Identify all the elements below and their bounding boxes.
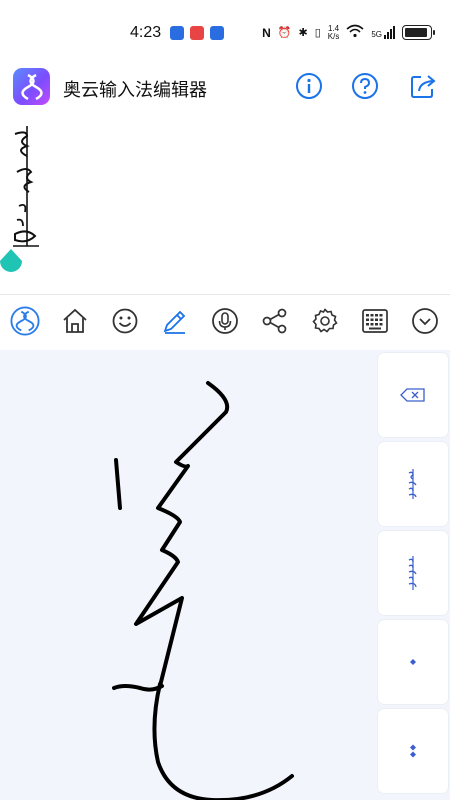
- candidate-key-1[interactable]: [378, 442, 448, 526]
- nfc-icon: N: [262, 25, 271, 40]
- punctuation-key-1[interactable]: [378, 620, 448, 704]
- app-logo-icon: [20, 73, 43, 100]
- help-button[interactable]: [351, 72, 379, 100]
- notification-app-icon: [190, 26, 204, 40]
- help-icon: [352, 73, 378, 99]
- notification-app-icon: [210, 26, 224, 40]
- text-cursor-handle[interactable]: [0, 249, 22, 275]
- app-title: 奥云输入法编辑器: [63, 80, 207, 101]
- battery-icon: [402, 25, 435, 40]
- app-logo-icon: [10, 306, 40, 336]
- share-icon: [262, 308, 287, 334]
- settings-icon: [312, 308, 338, 333]
- network-speed: 1.4 K/s: [327, 23, 340, 41]
- network-type: 5G: [371, 30, 382, 39]
- app-logo: [13, 68, 50, 105]
- collapse-icon: [412, 308, 438, 334]
- status-bar: 4:23 N ⏰ ✱ ▯ 1.4 K/s 5G: [0, 0, 450, 66]
- side-key-column: [378, 353, 448, 798]
- home-icon: [63, 308, 87, 333]
- share-toolbar-button[interactable]: [260, 306, 290, 336]
- candidate-key-2[interactable]: [378, 531, 448, 615]
- share-button[interactable]: [409, 72, 437, 100]
- handwriting-stroke: [112, 684, 164, 692]
- handwriting-stroke: [114, 458, 122, 510]
- mongolian-text-glyphs: [13, 126, 39, 247]
- backspace-key[interactable]: [378, 353, 448, 437]
- bluetooth-icon: ✱: [298, 27, 308, 39]
- status-right: N ⏰ ✱ ▯ 1.4 K/s 5G: [262, 23, 435, 41]
- punctuation-icon: [410, 744, 416, 758]
- keyboard-icon: [362, 309, 388, 333]
- info-icon: [296, 73, 322, 99]
- notification-icons: [170, 26, 224, 40]
- emoji-button[interactable]: [110, 306, 140, 336]
- home-button[interactable]: [60, 306, 90, 336]
- app-header: 奥云输入法编辑器: [0, 66, 450, 112]
- share-icon: [411, 75, 436, 98]
- settings-button[interactable]: [310, 306, 340, 336]
- vibrate-icon: ▯: [314, 27, 321, 39]
- signal-icon: 5G: [371, 26, 395, 39]
- voice-button[interactable]: [210, 306, 240, 336]
- candidate-word-icon: [408, 556, 417, 590]
- handwriting-pad[interactable]: [0, 350, 372, 800]
- collapse-keyboard-button[interactable]: [410, 306, 440, 336]
- handwriting-keyboard: [0, 350, 450, 800]
- toolbar-logo-button[interactable]: [10, 306, 40, 336]
- punctuation-key-2[interactable]: [378, 709, 448, 793]
- handwriting-stroke: [152, 682, 294, 800]
- keyboard-toolbar: [0, 294, 450, 350]
- backspace-icon: [400, 388, 425, 402]
- notification-app-icon: [170, 26, 184, 40]
- handwriting-stroke: [134, 381, 230, 688]
- pen-icon: [163, 310, 186, 334]
- wifi-icon: [346, 24, 364, 41]
- mic-icon: [212, 308, 238, 334]
- punctuation-icon: [410, 659, 416, 665]
- alarm-icon: ⏰: [277, 27, 292, 39]
- candidate-word-icon: [408, 469, 417, 499]
- emoji-icon: [112, 308, 138, 334]
- status-time: 4:23: [130, 24, 162, 41]
- info-button[interactable]: [295, 72, 323, 100]
- editor-text-area[interactable]: [0, 112, 450, 294]
- handwriting-button[interactable]: [160, 306, 190, 336]
- keyboard-switch-button[interactable]: [360, 306, 390, 336]
